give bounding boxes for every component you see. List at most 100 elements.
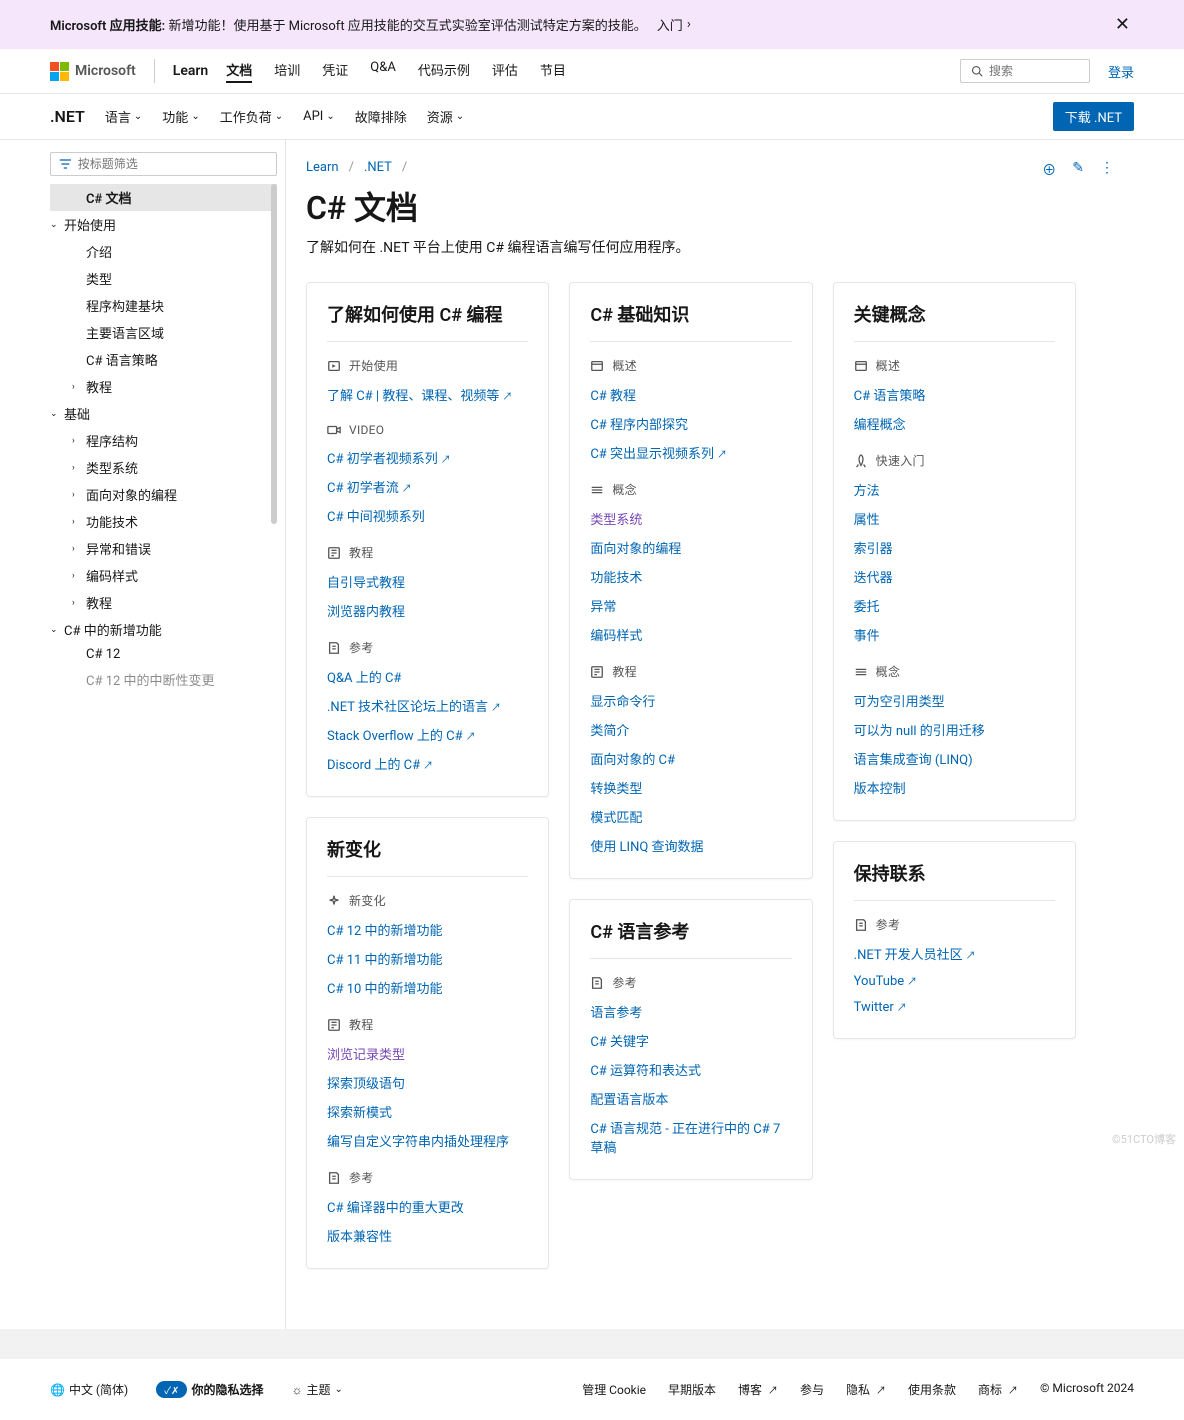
language-switcher[interactable]: 🌐 中文 (简体)	[50, 1381, 128, 1398]
nav-resources[interactable]: 资源	[427, 107, 464, 126]
card-link[interactable]: 方法	[854, 484, 880, 499]
card-link[interactable]: 探索顶级语句	[327, 1077, 405, 1092]
tree-item[interactable]: ›面向对象的编程	[50, 481, 285, 508]
card-link[interactable]: 语言参考	[590, 1006, 642, 1021]
card-link[interactable]: 面向对象的 C#	[590, 753, 675, 768]
tree-item[interactable]: ›程序结构	[50, 427, 285, 454]
card-link[interactable]: 编写自定义字符串内插处理程序	[327, 1135, 509, 1150]
card-link[interactable]: 编码样式	[590, 629, 642, 644]
tree-item[interactable]: 主要语言区域	[50, 319, 285, 346]
card-link[interactable]: C# 语言规范 - 正在进行中的 C# 7 草稿	[590, 1122, 780, 1156]
card-link[interactable]: YouTube↗	[854, 974, 918, 989]
card-link[interactable]: 使用 LINQ 查询数据	[590, 840, 703, 855]
nav-docs[interactable]: 文档	[226, 60, 252, 83]
nav-credentials[interactable]: 凭证	[322, 60, 348, 83]
footer-link[interactable]: 早期版本	[668, 1381, 716, 1398]
card-link[interactable]: 自引导式教程	[327, 576, 405, 591]
privacy-choices[interactable]: ✓✗ 你的隐私选择	[156, 1381, 263, 1398]
card-link[interactable]: 属性	[854, 513, 880, 528]
card-link[interactable]: 可以为 null 的引用迁移	[854, 724, 985, 739]
card-link[interactable]: 语言集成查询 (LINQ)	[854, 753, 973, 768]
nav-qa[interactable]: Q&A	[370, 60, 396, 83]
footer-link[interactable]: 管理 Cookie	[582, 1381, 646, 1398]
tree-item[interactable]: ›教程	[50, 373, 285, 400]
tree-item[interactable]: C# 语言策略	[50, 346, 285, 373]
banner-cta-link[interactable]: 入门 ›	[657, 15, 691, 34]
more-icon[interactable]: ⋮	[1100, 160, 1114, 180]
card-link[interactable]: .NET 技术社区论坛上的语言↗	[327, 700, 501, 715]
footer-link[interactable]: 隐私 ↗	[846, 1381, 886, 1398]
card-link[interactable]: 探索新模式	[327, 1106, 392, 1121]
nav-language[interactable]: 语言	[105, 107, 142, 126]
card-link[interactable]: 了解 C# | 教程、课程、视频等↗	[327, 389, 512, 404]
theme-switcher[interactable]: ☼ 主题	[291, 1381, 342, 1398]
tree-item[interactable]: ⌄C# 中的新增功能	[50, 616, 285, 643]
tree-item[interactable]: ›异常和错误	[50, 535, 285, 562]
card-link[interactable]: 功能技术	[590, 571, 642, 586]
tree-item[interactable]: 程序构建基块	[50, 292, 285, 319]
card-link[interactable]: 类型系统	[590, 513, 642, 528]
tree-item[interactable]: C# 文档	[50, 184, 277, 211]
card-link[interactable]: 可为空引用类型	[854, 695, 945, 710]
nav-api[interactable]: API	[303, 107, 335, 126]
tree-item[interactable]: ›教程	[50, 589, 285, 616]
tree-item[interactable]: 介绍	[50, 238, 285, 265]
edit-icon[interactable]: ✎	[1072, 160, 1084, 180]
download-button[interactable]: 下载 .NET	[1053, 102, 1134, 131]
tree-item[interactable]: ⌄开始使用	[50, 211, 285, 238]
card-link[interactable]: 索引器	[854, 542, 893, 557]
card-link[interactable]: 浏览器内教程	[327, 605, 405, 620]
card-link[interactable]: 委托	[854, 600, 880, 615]
card-link[interactable]: C# 突出显示视频系列↗	[590, 447, 727, 462]
card-link[interactable]: 事件	[854, 629, 880, 644]
tree-item[interactable]: ›功能技术	[50, 508, 285, 535]
card-link[interactable]: Discord 上的 C#↗	[327, 758, 433, 773]
add-icon[interactable]: ⊕	[1042, 160, 1056, 180]
card-link[interactable]: 版本兼容性	[327, 1230, 392, 1245]
tree-item[interactable]: C# 12	[50, 643, 285, 666]
filter-input[interactable]	[78, 157, 268, 171]
card-link[interactable]: C# 11 中的新增功能	[327, 953, 443, 968]
card-link[interactable]: 类简介	[590, 724, 629, 739]
card-link[interactable]: C# 10 中的新增功能	[327, 982, 443, 997]
footer-link[interactable]: 使用条款	[908, 1381, 956, 1398]
card-link[interactable]: C# 运算符和表达式	[590, 1064, 701, 1079]
scrollbar[interactable]	[271, 184, 277, 524]
card-link[interactable]: 异常	[590, 600, 616, 615]
tree-item[interactable]: ›编码样式	[50, 562, 285, 589]
card-link[interactable]: 模式匹配	[590, 811, 642, 826]
card-link[interactable]: C# 中间视频系列	[327, 510, 425, 525]
tree-item[interactable]: ›类型系统	[50, 454, 285, 481]
card-link[interactable]: C# 教程	[590, 389, 636, 404]
breadcrumb-dotnet[interactable]: .NET	[364, 160, 392, 175]
footer-link[interactable]: 博客 ↗	[738, 1381, 778, 1398]
footer-link[interactable]: 商标 ↗	[978, 1381, 1018, 1398]
card-link[interactable]: C# 初学者视频系列↗	[327, 452, 451, 467]
card-link[interactable]: C# 关键字	[590, 1035, 649, 1050]
breadcrumb-learn[interactable]: Learn	[306, 160, 339, 175]
nav-samples[interactable]: 代码示例	[418, 60, 470, 83]
card-link[interactable]: 版本控制	[854, 782, 906, 797]
footer-link[interactable]: 参与	[800, 1381, 824, 1398]
card-link[interactable]: 编程概念	[854, 418, 906, 433]
card-link[interactable]: 配置语言版本	[590, 1093, 668, 1108]
nav-workloads[interactable]: 工作负荷	[220, 107, 283, 126]
card-link[interactable]: Twitter↗	[854, 1000, 907, 1015]
card-link[interactable]: C# 语言策略	[854, 389, 926, 404]
filter-box[interactable]	[50, 152, 277, 176]
microsoft-logo[interactable]: Microsoft	[50, 62, 136, 81]
tree-item[interactable]: 类型	[50, 265, 285, 292]
nav-features[interactable]: 功能	[162, 107, 199, 126]
card-link[interactable]: C# 编译器中的重大更改	[327, 1201, 464, 1216]
card-link[interactable]: C# 12 中的新增功能	[327, 924, 443, 939]
card-link[interactable]: 浏览记录类型	[327, 1048, 405, 1063]
learn-label[interactable]: Learn	[173, 63, 208, 79]
card-link[interactable]: 显示命令行	[590, 695, 655, 710]
card-link[interactable]: Q&A 上的 C#	[327, 671, 401, 686]
nav-shows[interactable]: 节目	[540, 60, 566, 83]
signin-link[interactable]: 登录	[1108, 62, 1134, 81]
tree-item[interactable]: C# 12 中的中断性变更	[50, 666, 285, 693]
search-input[interactable]	[989, 64, 1079, 78]
card-link[interactable]: C# 初学者流↗	[327, 481, 412, 496]
card-link[interactable]: C# 程序内部探究	[590, 418, 688, 433]
